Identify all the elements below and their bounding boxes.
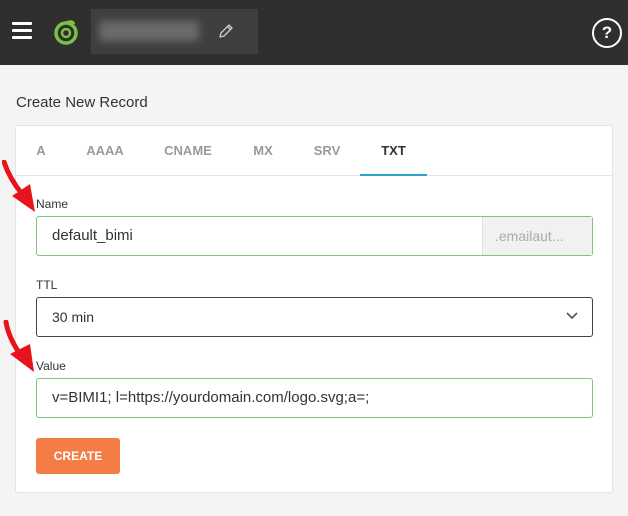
tab-txt[interactable]: TXT: [360, 126, 427, 176]
page-title: Create New Record: [16, 94, 148, 111]
domain-suffix: .emailaut...: [482, 217, 592, 255]
ttl-label: TTL: [36, 278, 58, 292]
pencil-icon[interactable]: [217, 22, 235, 40]
value-label: Value: [36, 359, 66, 373]
hamburger-icon[interactable]: [12, 22, 32, 40]
app-logo-icon[interactable]: [52, 18, 80, 46]
help-icon[interactable]: ?: [592, 18, 622, 48]
top-bar: ?: [0, 0, 628, 65]
ttl-select[interactable]: 30 min: [36, 297, 593, 337]
ttl-value: 30 min: [52, 309, 95, 325]
tab-srv[interactable]: SRV: [304, 126, 350, 176]
domain-name-box[interactable]: [91, 9, 258, 54]
annotation-arrow-name: [2, 160, 35, 212]
tab-cname[interactable]: CNAME: [154, 126, 222, 176]
chevron-down-icon: [566, 312, 578, 320]
tab-mx[interactable]: MX: [242, 126, 284, 176]
tab-aaaa[interactable]: AAAA: [74, 126, 136, 176]
value-field[interactable]: v=BIMI1; l=https://yourdomain.com/logo.s…: [36, 378, 593, 418]
name-field[interactable]: default_bimi .emailaut...: [36, 216, 593, 256]
record-form-card: A AAAA CNAME MX SRV TXT Name default_bim…: [15, 125, 613, 493]
annotation-arrow-value: [3, 320, 34, 372]
create-button[interactable]: CREATE: [36, 438, 120, 474]
value-text: v=BIMI1; l=https://yourdomain.com/logo.s…: [52, 389, 370, 406]
record-type-tabs: A AAAA CNAME MX SRV TXT: [16, 126, 612, 176]
domain-name-redacted: [99, 21, 199, 41]
name-label: Name: [36, 197, 69, 211]
name-value: default_bimi: [52, 227, 133, 244]
